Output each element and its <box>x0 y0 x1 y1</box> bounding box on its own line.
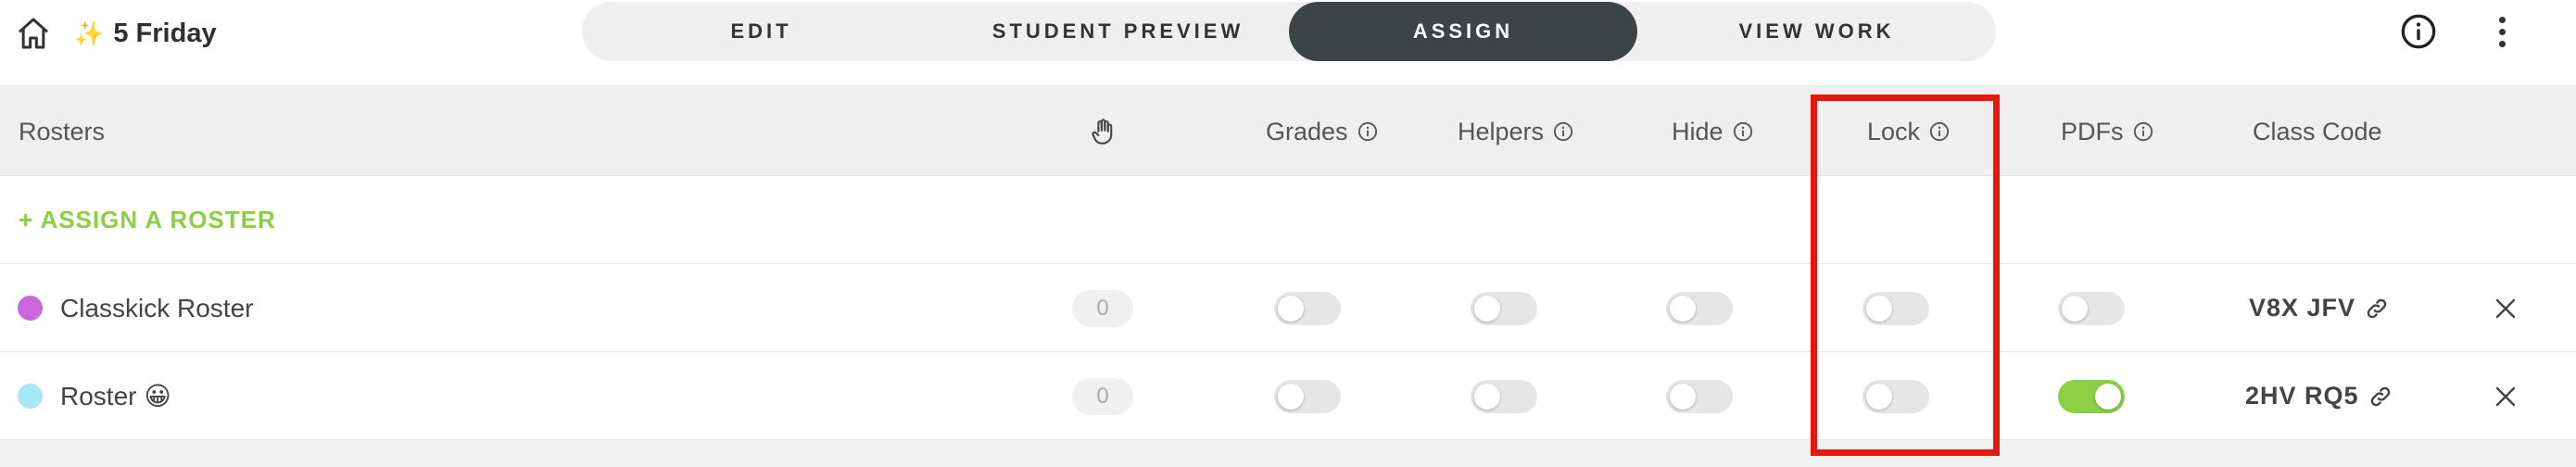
hand-count-badge: 0 <box>1072 290 1133 327</box>
tab-student-preview[interactable]: STUDENT PREVIEW <box>941 2 1295 61</box>
home-icon[interactable] <box>13 13 54 54</box>
col-rosters: Rosters <box>19 86 105 177</box>
grades-toggle[interactable] <box>1274 380 1341 413</box>
roster-name[interactable]: Classkick Roster <box>60 264 260 352</box>
class-code-value: V8X JFV <box>2249 294 2356 322</box>
col-rosters-label: Rosters <box>19 117 106 145</box>
col-helpers: Helpers <box>1458 86 1573 177</box>
tab-assign[interactable]: ASSIGN <box>1289 2 1637 61</box>
helpers-info-icon[interactable] <box>1553 121 1573 142</box>
info-icon[interactable] <box>2398 11 2439 52</box>
assign-roster-row: + ASSIGN A ROSTER <box>0 176 2576 264</box>
sparkle-icon: ✨ <box>74 19 105 47</box>
grades-info-icon[interactable] <box>1357 121 1378 142</box>
col-pdfs-label: PDFs <box>2061 117 2124 145</box>
table-header: Rosters Grades Helpers Hide Lock PDFs Cl… <box>0 85 2576 176</box>
remove-roster-close-icon[interactable] <box>2486 289 2525 328</box>
grades-toggle[interactable] <box>1274 292 1341 325</box>
roster-color-dot <box>18 296 43 321</box>
roster-color-dot <box>18 384 43 409</box>
roster-emoji: 😀 <box>144 382 171 410</box>
helpers-toggle[interactable] <box>1471 292 1537 325</box>
pdfs-toggle[interactable] <box>2058 380 2125 413</box>
table-row: Roster 😀 0 2HV RQ5 <box>0 352 2576 440</box>
col-grades: Grades <box>1266 86 1378 177</box>
lock-toggle[interactable] <box>1863 380 1929 413</box>
tab-view-work[interactable]: VIEW WORK <box>1637 2 1996 61</box>
copy-link-icon[interactable] <box>2368 385 2393 409</box>
lock-toggle[interactable] <box>1863 292 1929 325</box>
class-code: 2HV RQ5 <box>2245 352 2393 440</box>
pdfs-toggle[interactable] <box>2058 292 2125 325</box>
col-lock-label: Lock <box>1867 117 1921 145</box>
top-bar: ✨ 5 Friday EDIT STUDENT PREVIEW ASSIGN V… <box>0 0 2576 85</box>
pdfs-info-icon[interactable] <box>2133 121 2153 142</box>
class-code: V8X JFV <box>2249 264 2389 352</box>
col-lock: Lock <box>1867 86 1950 177</box>
col-grades-label: Grades <box>1266 117 1348 145</box>
class-code-value: 2HV RQ5 <box>2245 382 2359 410</box>
lock-info-icon[interactable] <box>1929 121 1950 142</box>
col-hide-label: Hide <box>1672 117 1724 145</box>
hand-count-badge: 0 <box>1072 378 1133 415</box>
roster-name-label: Classkick Roster <box>60 293 254 322</box>
col-helpers-label: Helpers <box>1458 117 1545 145</box>
mode-tabs: EDIT STUDENT PREVIEW ASSIGN VIEW WORK <box>582 2 1996 61</box>
col-hide: Hide <box>1672 86 1753 177</box>
col-class-code-label: Class Code <box>2253 117 2382 145</box>
table-row: Classkick Roster 0 V8X JFV <box>0 264 2576 352</box>
roster-name[interactable]: Roster 😀 <box>60 352 171 440</box>
hide-toggle[interactable] <box>1666 380 1733 413</box>
raised-hand-icon <box>1092 119 1113 145</box>
col-class-code: Class Code <box>2253 86 2382 177</box>
page-footer-area <box>0 441 2576 467</box>
tab-edit[interactable]: EDIT <box>582 2 941 61</box>
assign-roster-button[interactable]: + ASSIGN A ROSTER <box>19 176 276 264</box>
helpers-toggle[interactable] <box>1471 380 1537 413</box>
copy-link-icon[interactable] <box>2365 297 2389 321</box>
hide-info-icon[interactable] <box>1733 121 1753 142</box>
col-pdfs: PDFs <box>2061 86 2153 177</box>
remove-roster-close-icon[interactable] <box>2486 377 2525 416</box>
hide-toggle[interactable] <box>1666 292 1733 325</box>
more-options-icon[interactable] <box>2483 9 2520 54</box>
assignment-title[interactable]: 5 Friday <box>113 19 216 49</box>
assignment-title-wrap: ✨ 5 Friday <box>74 15 217 52</box>
col-hand <box>1090 86 1116 177</box>
roster-name-label: Roster <box>60 381 137 410</box>
